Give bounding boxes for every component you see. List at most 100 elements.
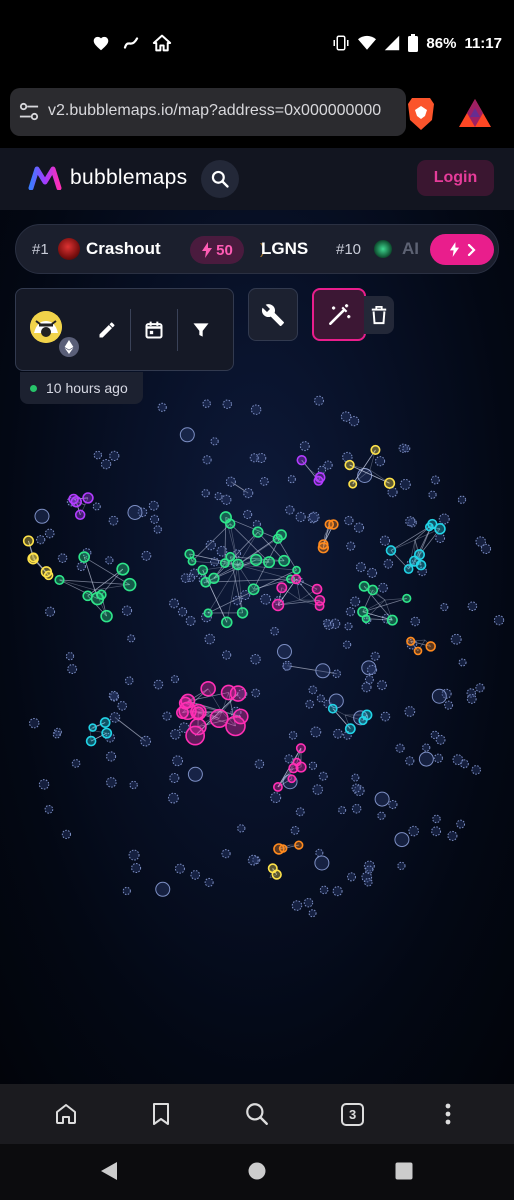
wallet-bubble[interactable] [270, 626, 279, 636]
wallet-bubble[interactable] [310, 726, 322, 738]
wallet-bubble[interactable] [314, 395, 324, 406]
wallet-bubble[interactable] [379, 535, 391, 546]
wallet-bubble[interactable] [250, 404, 262, 415]
magic-nodes-button[interactable] [312, 288, 366, 341]
wallet-bubble[interactable] [140, 735, 152, 747]
wallet-bubble[interactable] [100, 609, 113, 623]
wallet-bubble[interactable] [203, 608, 213, 618]
wallet-bubble[interactable] [272, 781, 283, 792]
wallet-bubble[interactable] [314, 855, 330, 871]
wallet-bubble[interactable] [431, 826, 442, 837]
wallet-bubble[interactable] [131, 863, 142, 874]
wallet-bubble[interactable] [340, 411, 352, 422]
wallet-bubble[interactable] [314, 601, 325, 611]
url-text[interactable]: v2.bubblemaps.io/map?address=0x000000000 [48, 102, 400, 120]
wallet-bubble[interactable] [155, 881, 171, 897]
wallet-bubble[interactable] [399, 478, 411, 490]
wallet-bubble[interactable] [92, 502, 101, 511]
wallet-bubble[interactable] [288, 763, 299, 774]
address-bar[interactable]: v2.bubblemaps.io/map?address=0x000000000 [10, 88, 406, 136]
wallet-bubble[interactable] [380, 711, 391, 722]
wallet-bubble[interactable] [236, 607, 249, 619]
wallet-bubble[interactable] [68, 493, 79, 505]
wallet-bubble[interactable] [457, 495, 467, 504]
wallet-bubble[interactable] [410, 616, 420, 627]
wallet-bubble[interactable] [76, 561, 86, 572]
wallet-bubble[interactable] [458, 658, 467, 667]
wallet-bubble[interactable] [397, 861, 406, 871]
wallet-bubble[interactable] [250, 653, 261, 665]
wallet-bubble[interactable] [221, 849, 231, 859]
wallet-bubble[interactable] [332, 669, 341, 678]
wallet-bubble[interactable] [348, 479, 358, 489]
home-button[interactable] [44, 1092, 88, 1136]
wallet-bubble[interactable] [402, 444, 411, 453]
wallet-bubble[interactable] [456, 819, 466, 829]
wallet-bubble[interactable] [214, 492, 223, 501]
wallet-bubble[interactable] [322, 618, 332, 627]
wallet-bubble[interactable] [471, 765, 481, 775]
wallet-bubble[interactable] [370, 444, 381, 455]
wallet-bubble[interactable] [344, 622, 353, 631]
wallet-bubble[interactable] [170, 675, 179, 684]
wallet-bubble[interactable] [148, 500, 159, 511]
wallet-bubble[interactable] [319, 885, 329, 895]
wallet-bubble[interactable] [318, 771, 328, 781]
wallet-bubble[interactable] [243, 487, 254, 499]
wallet-bubble[interactable] [222, 399, 232, 409]
tools-button[interactable] [248, 288, 298, 341]
wallet-bubble[interactable] [88, 723, 97, 732]
wallet-bubble[interactable] [299, 441, 310, 452]
wallet-bubble[interactable] [345, 607, 356, 617]
wallet-bubble[interactable] [385, 545, 397, 556]
wallet-bubble[interactable] [122, 886, 131, 896]
wallet-bubble[interactable] [254, 759, 265, 769]
wallet-bubble[interactable] [276, 582, 288, 594]
wallet-bubble[interactable] [237, 824, 246, 833]
brave-shields-icon[interactable] [404, 96, 438, 132]
wallet-bubble[interactable] [431, 688, 447, 704]
wallet-bubble[interactable] [121, 605, 133, 616]
wallet-bubble[interactable] [243, 509, 253, 520]
wallet-bubble[interactable] [153, 679, 164, 690]
wallet-bubble[interactable] [67, 664, 78, 674]
wallet-bubble[interactable] [344, 723, 356, 735]
boost-badge[interactable]: 50 [190, 236, 244, 264]
wallet-bubble[interactable] [395, 743, 405, 753]
wallet-bubble[interactable] [347, 872, 356, 882]
wallet-bubble[interactable] [52, 730, 61, 739]
wallet-bubble[interactable] [22, 535, 35, 547]
wallet-bubble[interactable] [378, 582, 388, 593]
wallet-bubble[interactable] [405, 516, 416, 527]
trending-token-ai[interactable]: AI [402, 239, 419, 259]
wallet-bubble[interactable] [170, 729, 181, 740]
wallet-bubble[interactable] [200, 680, 216, 697]
filter-button[interactable] [188, 317, 214, 343]
wallet-bubble[interactable] [332, 886, 343, 897]
wallet-bubble[interactable] [288, 731, 298, 740]
wallet-bubble[interactable] [172, 755, 184, 767]
wallet-bubble[interactable] [99, 717, 111, 728]
wallet-bubble[interactable] [402, 593, 412, 604]
wallet-bubble[interactable] [344, 459, 355, 471]
site-settings-icon[interactable] [18, 102, 40, 122]
wallet-bubble[interactable] [387, 487, 398, 498]
wallet-bubble[interactable] [333, 728, 343, 739]
wallet-bubble[interactable] [324, 519, 335, 530]
wallet-bubble[interactable] [291, 574, 302, 585]
tabs-button[interactable]: 3 [331, 1092, 375, 1136]
wallet-bubble[interactable] [284, 754, 294, 764]
wallet-bubble[interactable] [249, 553, 263, 567]
wallet-bubble[interactable] [93, 450, 103, 460]
wallet-bubble[interactable] [117, 701, 127, 711]
wallet-bubble[interactable] [290, 826, 300, 835]
wallet-bubble[interactable] [480, 543, 492, 555]
wallet-bubble[interactable] [106, 777, 117, 788]
wallet-bubble[interactable] [221, 494, 232, 505]
wallet-bubble[interactable] [388, 799, 398, 810]
date-filter-button[interactable] [141, 317, 167, 343]
wallet-bubble[interactable] [295, 807, 305, 817]
wallet-bubble[interactable] [432, 814, 441, 824]
wallet-bubble[interactable] [180, 573, 191, 583]
wallet-bubble[interactable] [394, 832, 410, 848]
